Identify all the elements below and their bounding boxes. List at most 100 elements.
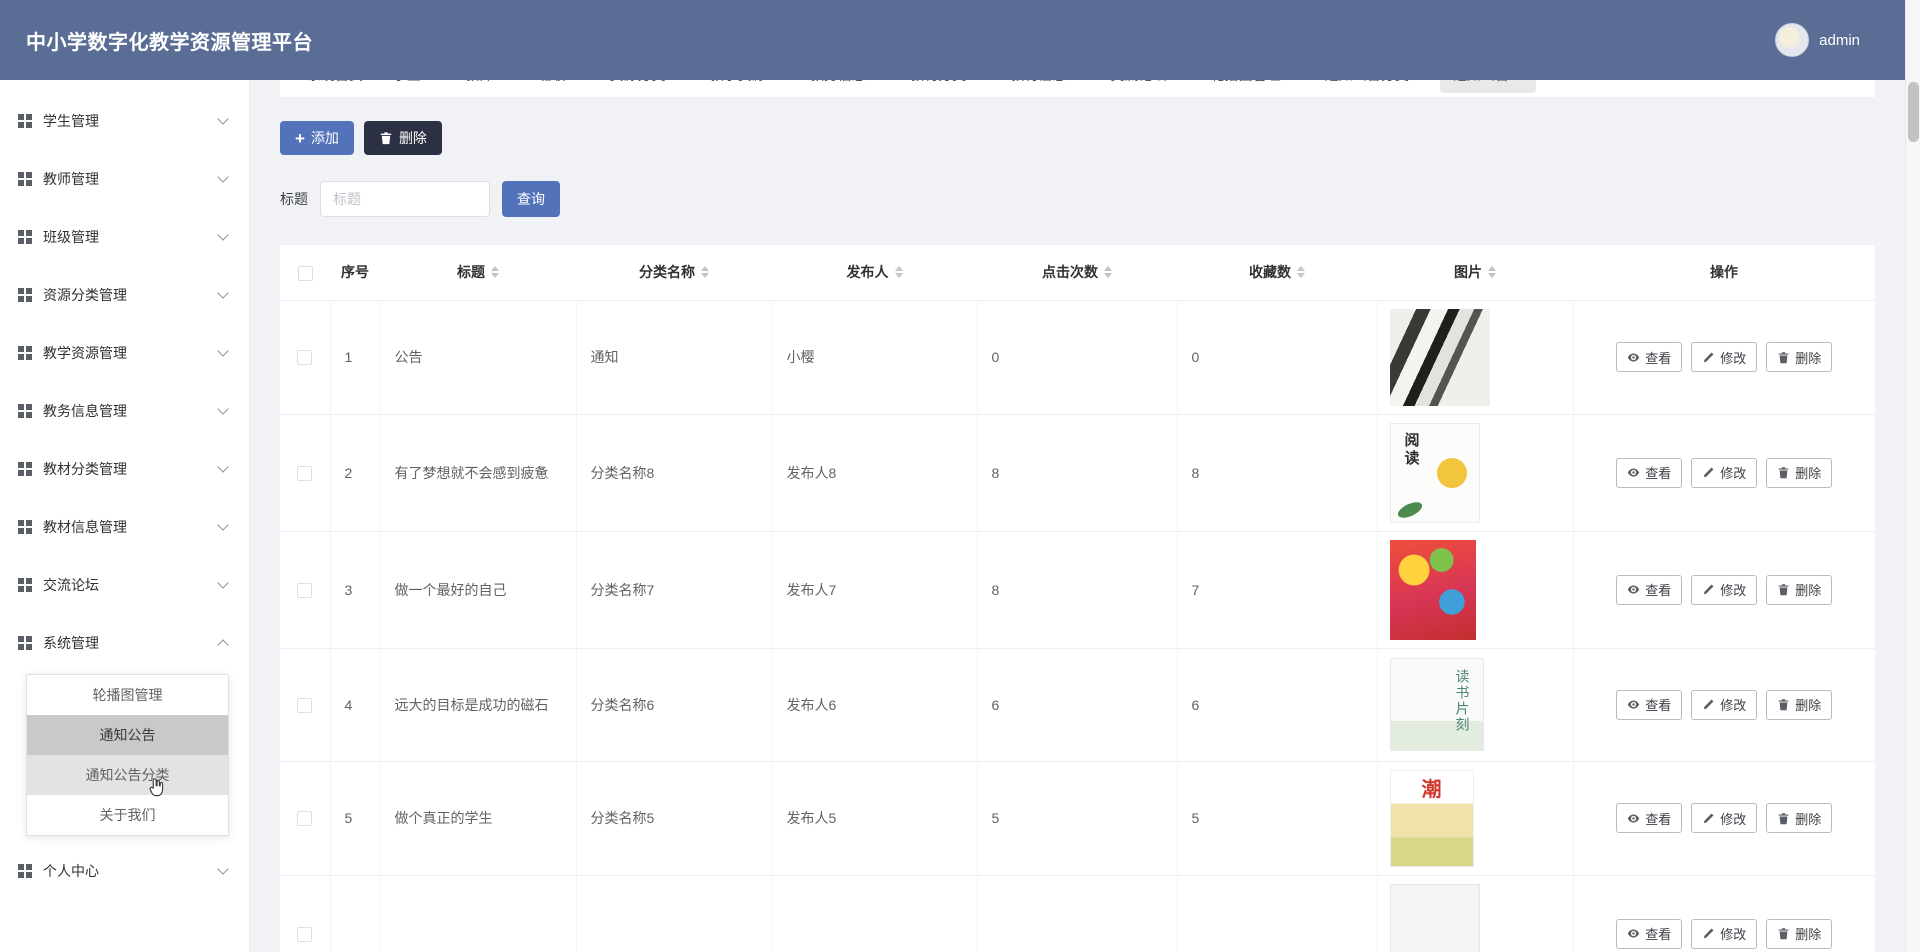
column-header-1[interactable]: 标题	[380, 245, 576, 301]
edit-button[interactable]: 修改	[1691, 342, 1758, 372]
add-button[interactable]: + 添加	[280, 121, 354, 155]
row-clicks: 8	[977, 531, 1178, 649]
delete-button[interactable]: 删除	[363, 121, 442, 155]
edit-button[interactable]: 修改	[1691, 457, 1758, 488]
sidebar-item-label: 教学资源管理	[43, 345, 127, 361]
sidebar-item-3[interactable]: 资源分类管理	[0, 266, 249, 324]
submenu-item-2[interactable]: 通知公告分类	[27, 755, 228, 795]
system-submenu: 轮播图管理 通知公告 通知公告分类 关于我们	[26, 674, 229, 836]
submenu-item-1[interactable]: 通知公告	[27, 715, 228, 755]
delete-row-button[interactable]: 删除	[1766, 342, 1833, 372]
column-header-6[interactable]: 图片	[1377, 245, 1573, 301]
row-title	[380, 875, 577, 952]
pencil-icon	[1704, 699, 1714, 710]
cover-text: 读书片刻	[1454, 669, 1471, 733]
column-header-4[interactable]: 点击次数	[977, 245, 1177, 301]
teaching-resource-icon	[18, 346, 32, 360]
sidebar-item-7[interactable]: 教材信息管理	[0, 498, 249, 556]
view-button[interactable]: 查看	[1616, 342, 1683, 372]
teacher-management-icon	[18, 172, 32, 186]
row-index: 1	[330, 300, 381, 415]
sidebar-item-label: 班级管理	[43, 229, 99, 245]
view-button[interactable]: 查看	[1616, 689, 1683, 720]
chevron-down-icon	[217, 519, 229, 531]
sidebar-item-5[interactable]: 教务信息管理	[0, 382, 249, 440]
row-favorites: 0	[1177, 300, 1378, 415]
edit-button[interactable]: 修改	[1691, 689, 1758, 720]
delete-row-button[interactable]: 删除	[1766, 457, 1833, 488]
sidebar-item-label: 资源分类管理	[43, 287, 127, 303]
resource-category-icon	[18, 288, 32, 302]
view-button[interactable]: 查看	[1616, 574, 1683, 605]
column-header-label: 发布人	[846, 264, 889, 281]
column-header-5[interactable]: 收藏数	[1177, 245, 1377, 301]
column-header-3[interactable]: 发布人	[772, 245, 977, 301]
eye-icon	[1628, 700, 1640, 709]
sort-icons[interactable]	[1104, 266, 1112, 279]
edit-button[interactable]: 修改	[1691, 803, 1758, 833]
sidebar-item-8[interactable]: 交流论坛	[0, 556, 249, 614]
eye-icon	[1628, 585, 1640, 594]
row-checkbox[interactable]	[297, 697, 313, 713]
trash-icon	[1778, 351, 1789, 363]
edit-button[interactable]: 修改	[1691, 574, 1758, 605]
view-button[interactable]: 查看	[1616, 918, 1683, 949]
query-button[interactable]: 查询	[502, 181, 560, 217]
sidebar-item-9[interactable]: 系统管理	[0, 614, 249, 672]
sort-icons[interactable]	[491, 266, 499, 279]
sidebar-item-label: 学生管理	[43, 113, 99, 129]
row-checkbox[interactable]	[297, 582, 313, 598]
row-category: 分类名称5	[576, 761, 773, 876]
sort-icons[interactable]	[1488, 266, 1496, 279]
edit-button[interactable]: 修改	[1691, 918, 1758, 949]
academic-info-icon	[18, 404, 32, 418]
row-checkbox[interactable]	[297, 350, 313, 366]
delete-row-button[interactable]: 删除	[1766, 803, 1833, 833]
row-clicks: 6	[977, 648, 1178, 762]
row-publisher: 小樱	[772, 300, 978, 415]
sidebar-item-6[interactable]: 教材分类管理	[0, 440, 249, 498]
personal-center-icon	[18, 864, 32, 878]
row-favorites: 7	[1177, 531, 1378, 649]
sort-icons[interactable]	[701, 266, 709, 279]
sort-icons[interactable]	[894, 266, 903, 279]
title-search-input[interactable]	[320, 181, 490, 217]
sidebar-menu: 学生管理 教师管理 班级管理 资源分类管理 教学资源管理 教务信息管理 教材分类…	[0, 92, 249, 900]
sidebar-item-10[interactable]: 个人中心	[0, 842, 249, 900]
eye-icon	[1628, 813, 1640, 823]
submenu-item-0[interactable]: 轮播图管理	[27, 675, 228, 715]
chevron-down-icon	[217, 171, 229, 183]
sort-icons[interactable]	[1297, 266, 1305, 279]
stacked-books-photo	[1389, 308, 1490, 406]
user-menu[interactable]: admin	[1775, 23, 1860, 57]
view-button[interactable]: 查看	[1616, 803, 1683, 833]
submenu-item-3[interactable]: 关于我们	[27, 795, 228, 835]
chevron-down-icon	[217, 403, 229, 415]
delete-row-button[interactable]: 删除	[1766, 689, 1833, 720]
row-favorites: 6	[1177, 648, 1378, 762]
sidebar-item-4[interactable]: 教学资源管理	[0, 324, 249, 382]
row-checkbox[interactable]	[297, 811, 313, 827]
scrollbar-thumb[interactable]	[1908, 82, 1919, 142]
row-clicks: 0	[977, 300, 1178, 415]
column-header-0[interactable]: 序号	[330, 245, 380, 301]
column-header-7[interactable]: 操作	[1573, 245, 1875, 301]
system-management-icon	[18, 636, 32, 650]
sidebar-item-0[interactable]: 学生管理	[0, 92, 249, 150]
delete-row-button[interactable]: 删除	[1766, 574, 1833, 605]
row-publisher: 发布人7	[772, 531, 978, 649]
sidebar-item-2[interactable]: 班级管理	[0, 208, 249, 266]
select-all-checkbox[interactable]	[297, 265, 313, 281]
vertical-scrollbar[interactable]	[1905, 0, 1920, 952]
row-title: 远大的目标是成功的磁石	[380, 648, 577, 762]
column-header-2[interactable]: 分类名称	[576, 245, 772, 301]
row-category: 分类名称7	[576, 531, 773, 649]
view-button[interactable]: 查看	[1616, 457, 1683, 488]
user-avatar[interactable]	[1775, 23, 1810, 57]
sidebar-item-1[interactable]: 教师管理	[0, 150, 249, 208]
delete-row-button[interactable]: 删除	[1766, 918, 1833, 949]
row-checkbox[interactable]	[297, 926, 313, 942]
column-header-label: 收藏数	[1249, 264, 1291, 281]
row-publisher: 发布人5	[772, 761, 978, 876]
row-checkbox[interactable]	[297, 465, 313, 481]
